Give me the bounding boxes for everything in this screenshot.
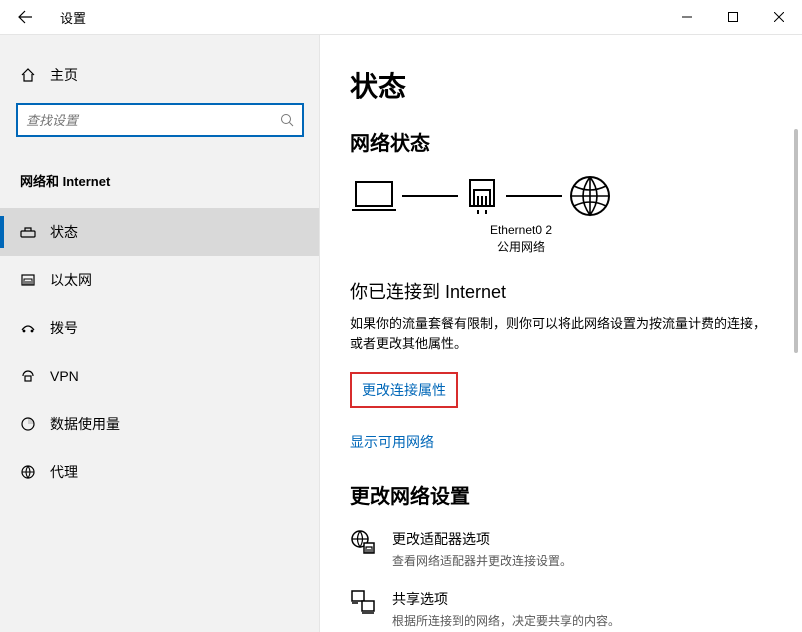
adapter-icon [464,176,500,216]
connected-description: 如果你的流量套餐有限制，则你可以将此网络设置为按流量计费的连接，或者更改其他属性… [350,314,772,354]
close-button[interactable] [756,0,802,35]
globe-icon [568,174,612,218]
page-title: 状态 [350,65,772,105]
diagram-labels: Ethernet0 2 公用网络 [456,222,586,256]
vpn-icon [20,368,50,384]
ethernet-icon [20,272,50,288]
back-button[interactable] [0,0,50,35]
sidebar-item-vpn[interactable]: VPN [0,352,319,400]
search-input[interactable] [26,113,280,128]
network-diagram [352,174,772,218]
maximize-button[interactable] [710,0,756,35]
dialup-icon [20,320,50,336]
sidebar-item-ethernet[interactable]: 以太网 [0,256,319,304]
connection-line [506,195,562,197]
section-network-status: 网络状态 [350,127,772,156]
link-show-available-networks[interactable]: 显示可用网络 [350,432,434,452]
network-type: 公用网络 [456,239,586,256]
adapter-name: Ethernet0 2 [456,222,586,239]
proxy-icon [20,464,50,480]
data-usage-icon [20,416,50,432]
highlight-box: 更改连接属性 [350,372,458,408]
sidebar-item-label: 状态 [50,222,78,242]
computer-icon [352,176,396,216]
search-icon [280,113,294,127]
sidebar-group-label: 网络和 Internet [0,149,319,198]
titlebar: 设置 [0,0,802,35]
sidebar-nav: 状态 以太网 拨号 VPN [0,208,319,496]
sidebar-item-status[interactable]: 状态 [0,208,319,256]
option-desc: 查看网络适配器并更改连接设置。 [392,552,572,569]
sidebar-item-proxy[interactable]: 代理 [0,448,319,496]
sharing-options-icon [350,589,376,615]
option-desc: 根据所连接到的网络，决定要共享的内容。 [392,612,620,629]
sidebar-item-label: 以太网 [50,270,92,290]
option-title: 共享选项 [392,589,620,609]
sidebar-item-data-usage[interactable]: 数据使用量 [0,400,319,448]
home-icon [20,67,50,83]
search-box[interactable] [16,103,304,137]
section-change-network-settings: 更改网络设置 [350,480,772,509]
option-sharing[interactable]: 共享选项 根据所连接到的网络，决定要共享的内容。 [350,589,772,629]
content-pane: 状态 网络状态 Ethernet0 2 公用网络 你已连接到 Internet … [320,35,802,632]
minimize-icon [682,12,692,22]
maximize-icon [728,12,738,22]
sidebar-home-label: 主页 [50,65,78,85]
window-title: 设置 [50,8,86,27]
option-change-adapter[interactable]: 更改适配器选项 查看网络适配器并更改连接设置。 [350,529,772,569]
scrollbar-thumb[interactable] [794,129,798,353]
sidebar-item-label: 拨号 [50,318,78,338]
sidebar-item-label: VPN [50,368,79,384]
adapter-options-icon [350,529,376,555]
sidebar-item-label: 数据使用量 [50,414,120,434]
minimize-button[interactable] [664,0,710,35]
sidebar-item-label: 代理 [50,462,78,482]
status-icon [20,224,50,240]
sidebar-home[interactable]: 主页 [0,55,319,95]
link-change-connection-properties[interactable]: 更改连接属性 [362,380,446,400]
connected-heading: 你已连接到 Internet [350,278,772,304]
connection-line [402,195,458,197]
option-title: 更改适配器选项 [392,529,572,549]
sidebar-item-dialup[interactable]: 拨号 [0,304,319,352]
back-arrow-icon [17,9,33,25]
close-icon [774,12,784,22]
sidebar: 主页 网络和 Internet 状态 以太网 [0,35,320,632]
